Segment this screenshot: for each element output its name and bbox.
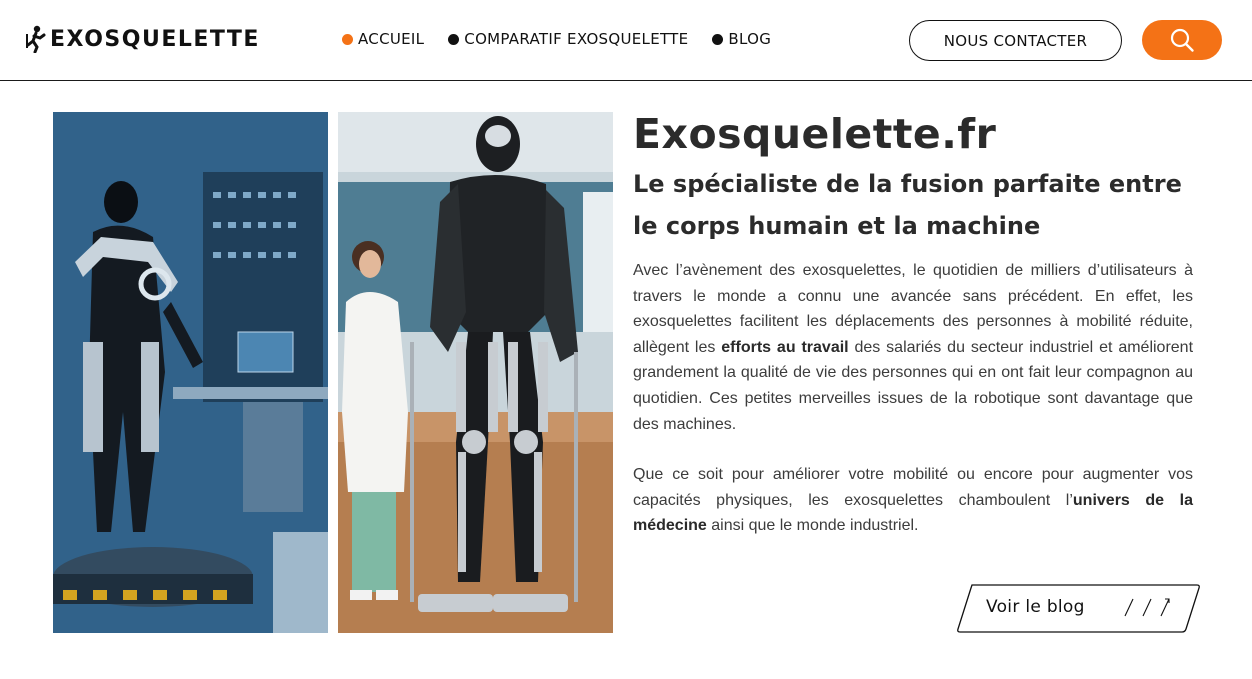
nav-dot-icon [342, 33, 353, 45]
page-subtitle: Le spécialiste de la fusion parfaite ent… [633, 170, 1182, 240]
exoskeleton-lab-image [53, 112, 328, 633]
contact-button[interactable]: NOUS CONTACTER [909, 20, 1122, 61]
paragraph-text: ainsi que le monde industriel. [706, 517, 919, 535]
nav-item-blog[interactable]: BLOG [712, 30, 771, 48]
view-blog-button[interactable]: Voir le blog [957, 584, 1200, 633]
nav-item-label: BLOG [728, 30, 772, 48]
exoskeleton-patient-image [338, 112, 613, 633]
blog-button-label: Voir le blog [986, 597, 1085, 617]
logo-text: EXOSQUELETTE [50, 26, 260, 52]
exoskeleton-logo-icon [26, 25, 46, 53]
second-paragraph: Que ce soit pour améliorer votre mobilit… [633, 462, 1193, 539]
site-header: EXOSQUELETTE ACCUEIL COMPARATIF EXOSQUEL… [0, 0, 1252, 81]
site-logo[interactable]: EXOSQUELETTE [24, 24, 260, 54]
paragraph-bold-text: efforts au travail [721, 338, 849, 356]
nav-item-accueil[interactable]: ACCUEIL [342, 30, 424, 48]
nav-item-label: ACCUEIL [358, 30, 425, 48]
main-nav: ACCUEIL COMPARATIF EXOSQUELETTE BLOG [342, 30, 795, 48]
nav-dot-icon [712, 33, 724, 45]
nav-dot-icon [448, 33, 460, 45]
nav-item-label: COMPARATIF EXOSQUELETTE [464, 30, 689, 48]
intro-paragraph: Avec l’avènement des exosquelettes, le q… [633, 258, 1193, 437]
page-title: Exosquelette.fr [633, 110, 997, 158]
nav-item-comparatif[interactable]: COMPARATIF EXOSQUELETTE [448, 30, 688, 48]
search-button[interactable] [1142, 20, 1222, 60]
search-icon [1170, 28, 1194, 52]
